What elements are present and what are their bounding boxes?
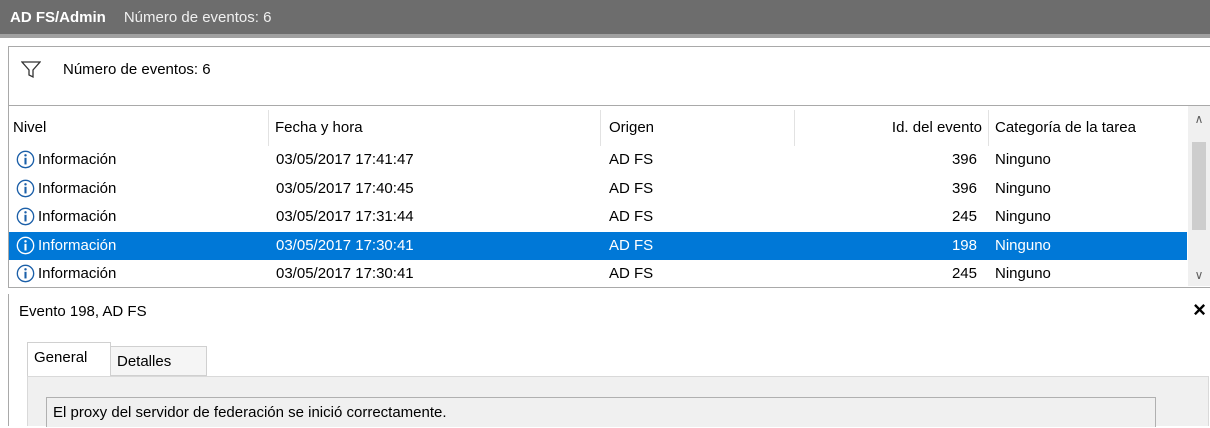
cell-task-category: Ninguno <box>995 208 1051 225</box>
cell-level: Información <box>38 265 117 282</box>
cell-datetime: 03/05/2017 17:30:41 <box>276 237 414 254</box>
log-name: AD FS/Admin <box>10 8 106 26</box>
column-header-event-id[interactable]: Id. del evento <box>795 110 989 146</box>
general-tab-panel: El proxy del servidor de federación se i… <box>27 376 1209 427</box>
event-message[interactable]: El proxy del servidor de federación se i… <box>46 397 1156 427</box>
cell-event-id: 198 <box>951 237 977 254</box>
cell-source: AD FS <box>609 180 654 197</box>
cell-level: Información <box>38 208 117 225</box>
column-header-level[interactable]: Nivel <box>9 110 269 146</box>
event-detail-header: Evento 198, AD FS × <box>8 294 1210 330</box>
cell-event-id: 396 <box>951 180 977 197</box>
cell-event-id: 396 <box>951 151 977 168</box>
table-row[interactable]: Información 03/05/2017 17:40:45 AD FS 396 Ni… <box>9 175 1187 203</box>
information-icon <box>16 150 35 169</box>
table-row[interactable]: Información 03/05/2017 17:31:44 AD FS 245 Ni… <box>9 203 1187 231</box>
cell-task-category: Ninguno <box>995 151 1051 168</box>
cell-level: Información <box>38 180 117 197</box>
column-header-datetime[interactable]: Fecha y hora <box>269 110 601 146</box>
log-title-bar: AD FS/Admin Número de eventos: 6 <box>0 0 1210 38</box>
cell-level: Información <box>38 151 117 168</box>
cell-source: AD FS <box>609 151 654 168</box>
scroll-up-arrow-icon[interactable]: ∧ <box>1188 112 1210 126</box>
event-detail-body: General Detalles El proxy del servidor d… <box>8 330 1210 427</box>
information-icon <box>16 264 35 283</box>
events-grid: Nivel Fecha y hora Origen Id. del evento… <box>8 106 1210 288</box>
event-detail-title: Evento 198, AD FS <box>19 303 147 320</box>
cell-level: Información <box>38 237 117 254</box>
filter-bar: Número de eventos: 6 <box>8 46 1210 106</box>
grid-header: Nivel Fecha y hora Origen Id. del evento… <box>9 110 1189 146</box>
cell-event-id: 245 <box>951 208 977 225</box>
tab-details[interactable]: Detalles <box>111 346 207 376</box>
cell-task-category: Ninguno <box>995 237 1051 254</box>
filter-event-count: Número de eventos: 6 <box>63 61 211 78</box>
cell-source: AD FS <box>609 237 654 254</box>
cell-datetime: 03/05/2017 17:40:45 <box>276 180 414 197</box>
table-row[interactable]: Información 03/05/2017 17:30:41 AD FS 198 Ni… <box>9 232 1187 260</box>
cell-task-category: Ninguno <box>995 265 1051 282</box>
cell-event-id: 245 <box>951 265 977 282</box>
scroll-down-arrow-icon[interactable]: ∨ <box>1188 268 1210 282</box>
cell-task-category: Ninguno <box>995 180 1051 197</box>
information-icon <box>16 236 35 255</box>
information-icon <box>16 207 35 226</box>
cell-source: AD FS <box>609 208 654 225</box>
filter-icon[interactable] <box>21 61 41 79</box>
information-icon <box>16 179 35 198</box>
table-row[interactable]: Información 03/05/2017 17:41:47 AD FS 396 Ni… <box>9 146 1187 174</box>
tab-general[interactable]: General <box>27 342 111 376</box>
cell-datetime: 03/05/2017 17:41:47 <box>276 151 414 168</box>
cell-source: AD FS <box>609 265 654 282</box>
close-icon[interactable]: × <box>1193 298 1206 322</box>
vertical-scrollbar[interactable]: ∧ ∨ <box>1188 106 1210 286</box>
cell-datetime: 03/05/2017 17:31:44 <box>276 208 414 225</box>
title-event-count: Número de eventos: 6 <box>123 8 272 26</box>
column-header-source[interactable]: Origen <box>601 110 795 146</box>
table-row[interactable]: Información 03/05/2017 17:30:41 AD FS 245 Ni… <box>9 260 1187 287</box>
column-header-task-category[interactable]: Categoría de la tarea <box>989 110 1189 146</box>
cell-datetime: 03/05/2017 17:30:41 <box>276 265 414 282</box>
scrollbar-thumb[interactable] <box>1192 142 1206 230</box>
